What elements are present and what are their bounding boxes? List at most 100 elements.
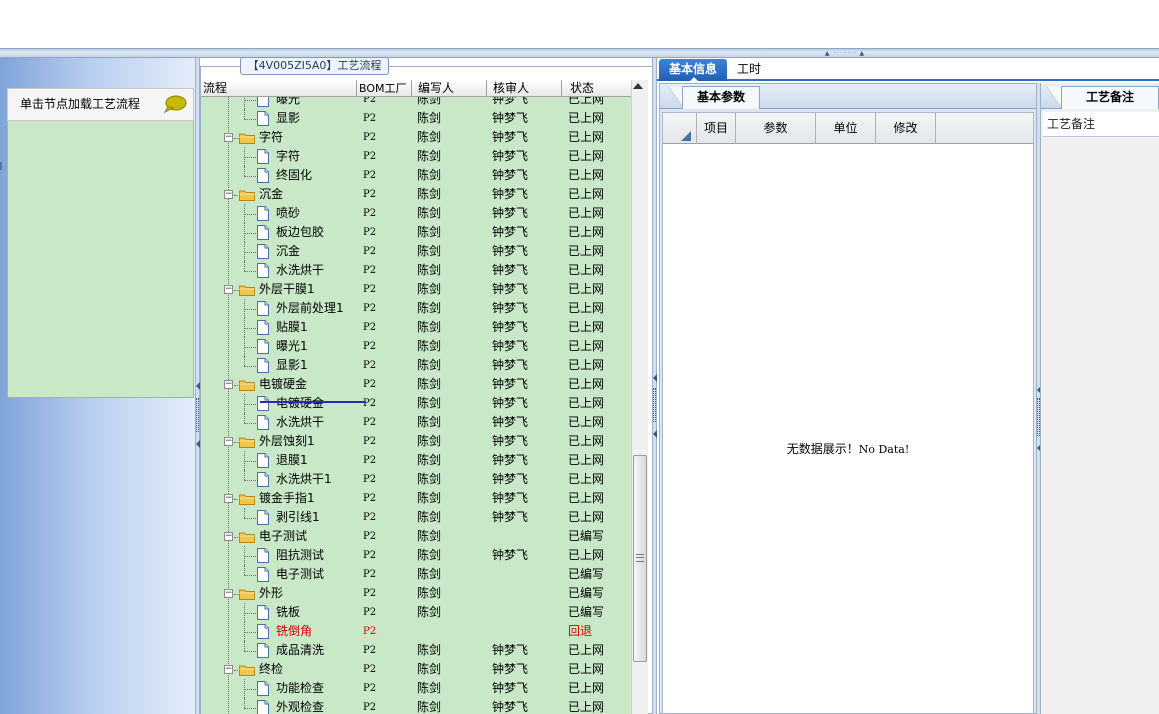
table-row[interactable]: 成品清洗 P2 陈剑 钟梦飞 已上网	[201, 641, 631, 660]
table-row[interactable]: 外观检查 P2 陈剑 钟梦飞 已上网	[201, 698, 631, 714]
row-name: 电镀硬金	[259, 377, 308, 391]
table-row[interactable]: 功能检查 P2 陈剑 钟梦飞 已上网	[201, 679, 631, 698]
select-all-corner-icon[interactable]	[681, 131, 691, 141]
tree-branch-line	[244, 480, 256, 481]
table-row[interactable]: 退膜1 P2 陈剑 钟梦飞 已上网	[201, 451, 631, 470]
col-header-param[interactable]: 参数	[736, 113, 816, 144]
params-row-selector-header[interactable]	[663, 113, 697, 144]
row-status: 已编写	[568, 567, 605, 581]
tree-branch-line	[244, 689, 256, 690]
row-name: 铣板	[276, 605, 301, 619]
collapse-toggle-icon[interactable]: −	[224, 380, 233, 389]
left-panel-tree-area[interactable]	[7, 121, 194, 398]
row-reviewer: 钟梦飞	[492, 453, 529, 467]
collapse-middle-arrow-icon[interactable]	[653, 374, 657, 382]
collapse-toggle-icon[interactable]: −	[224, 190, 233, 199]
row-bom: P2	[363, 132, 377, 143]
col-header-reviewer[interactable]: 核审人	[487, 80, 562, 97]
tree-branch-line	[244, 100, 256, 101]
collapse-toggle-icon[interactable]: −	[224, 437, 233, 446]
table-row[interactable]: 电镀硬金 P2 陈剑 钟梦飞 已上网	[201, 394, 631, 413]
table-row[interactable]: 终固化 P2 陈剑 钟梦飞 已上网	[201, 166, 631, 185]
tree-child-line	[244, 109, 245, 119]
tree-branch-line	[244, 214, 256, 215]
collapse-toggle-icon[interactable]: −	[224, 133, 233, 142]
subtab-basic-params[interactable]: 基本参数	[682, 86, 760, 109]
table-row[interactable]: − 沉金 P2 陈剑 钟梦飞 已上网	[201, 185, 631, 204]
table-row[interactable]: − 外层干膜1 P2 陈剑 钟梦飞 已上网	[201, 280, 631, 299]
params-grid[interactable]	[662, 112, 1034, 714]
process-tree-grid[interactable]: 曝光 P2 陈剑 钟梦飞 已上网 显影 P2 陈剑 钟梦飞 已上网 − 字符 P2 陈剑 钟梦飞 已上网 字符 P…	[201, 97, 631, 714]
table-row[interactable]: 沉金 P2 陈剑 钟梦飞 已上网	[201, 242, 631, 261]
row-author: 陈剑	[417, 415, 442, 429]
col-header-process[interactable]: 流程	[201, 80, 357, 97]
document-icon	[257, 415, 269, 430]
tree-child-line	[244, 356, 245, 366]
top-splitter-bar[interactable]	[0, 48, 1159, 58]
row-name: 外层前处理1	[276, 301, 344, 315]
middle-splitter-grip-icon[interactable]	[653, 388, 656, 422]
table-row[interactable]: − 外形 P2 陈剑 已编写	[201, 584, 631, 603]
row-name: 字符	[259, 130, 284, 144]
table-row[interactable]: 显影1 P2 陈剑 钟梦飞 已上网	[201, 356, 631, 375]
left-splitter-grip-icon[interactable]	[196, 398, 199, 432]
col-header-modify[interactable]: 修改	[876, 113, 936, 144]
scroll-up-arrow-icon[interactable]	[633, 83, 643, 89]
collapse-toggle-icon[interactable]: −	[224, 589, 233, 598]
collapse-toggle-icon[interactable]: −	[224, 494, 233, 503]
table-row[interactable]: 剥引线1 P2 陈剑 钟梦飞 已上网	[201, 508, 631, 527]
table-row[interactable]: 板边包胶 P2 陈剑 钟梦飞 已上网	[201, 223, 631, 242]
tab-process-notes[interactable]: 工艺备注	[1061, 86, 1159, 109]
col-header-status[interactable]: 状态	[562, 80, 631, 97]
table-row[interactable]: 贴膜1 P2 陈剑 钟梦飞 已上网	[201, 318, 631, 337]
middle-splitter[interactable]	[652, 58, 657, 714]
col-header-unit[interactable]: 单位	[816, 113, 876, 144]
row-bom: P2	[363, 569, 377, 580]
table-row[interactable]: 水洗烘干 P2 陈剑 钟梦飞 已上网	[201, 413, 631, 432]
row-bom: P2	[363, 550, 377, 561]
row-status: 已上网	[568, 358, 605, 372]
collapse-toggle-icon[interactable]: −	[224, 532, 233, 541]
table-row[interactable]: − 电镀硬金 P2 陈剑 钟梦飞 已上网	[201, 375, 631, 394]
table-row[interactable]: 铣板 P2 陈剑 已编写	[201, 603, 631, 622]
row-author: 陈剑	[417, 301, 442, 315]
table-row[interactable]: 曝光 P2 陈剑 钟梦飞 已上网	[201, 97, 631, 109]
row-author: 陈剑	[417, 263, 442, 277]
document-icon	[257, 605, 269, 620]
table-row[interactable]: − 镀金手指1 P2 陈剑 钟梦飞 已上网	[201, 489, 631, 508]
row-author: 陈剑	[417, 567, 442, 581]
col-header-item[interactable]: 项目	[697, 113, 736, 144]
table-row[interactable]: 外层前处理1 P2 陈剑 钟梦飞 已上网	[201, 299, 631, 318]
col-header-author[interactable]: 编写人	[412, 80, 487, 97]
table-row[interactable]: 电子测试 P2 陈剑 已编写	[201, 565, 631, 584]
row-author: 陈剑	[417, 643, 442, 657]
table-row[interactable]: 喷砂 P2 陈剑 钟梦飞 已上网	[201, 204, 631, 223]
table-row[interactable]: 水洗烘干 P2 陈剑 钟梦飞 已上网	[201, 261, 631, 280]
table-row[interactable]: − 终检 P2 陈剑 钟梦飞 已上网	[201, 660, 631, 679]
row-status: 已上网	[568, 244, 605, 258]
table-row[interactable]: − 外层蚀刻1 P2 陈剑 钟梦飞 已上网	[201, 432, 631, 451]
col-header-bom[interactable]: BOM工厂	[357, 80, 412, 97]
table-row[interactable]: 显影 P2 陈剑 钟梦飞 已上网	[201, 109, 631, 128]
document-icon	[257, 149, 269, 164]
row-bom: P2	[363, 417, 377, 428]
tab-work-hours[interactable]: 工时	[731, 59, 767, 81]
table-row[interactable]: 水洗烘干1 P2 陈剑 钟梦飞 已上网	[201, 470, 631, 489]
collapse-toggle-icon[interactable]: −	[224, 665, 233, 674]
document-icon	[257, 301, 269, 316]
table-row[interactable]: 阻抗测试 P2 陈剑 钟梦飞 已上网	[201, 546, 631, 565]
collapse-toggle-icon[interactable]: −	[224, 285, 233, 294]
folder-icon	[239, 494, 255, 505]
table-row[interactable]: − 字符 P2 陈剑 钟梦飞 已上网	[201, 128, 631, 147]
table-row[interactable]: 铣倒角 P2 回退	[201, 622, 631, 641]
table-row[interactable]: 曝光1 P2 陈剑 钟梦飞 已上网	[201, 337, 631, 356]
row-author: 陈剑	[417, 377, 442, 391]
left-edge-marker	[0, 162, 2, 170]
top-splitter-grip-icon[interactable]: ▲ ········ ▲	[812, 51, 878, 57]
tree-branch-line	[244, 328, 256, 329]
collapse-middle-arrow-icon-2[interactable]	[653, 430, 657, 438]
row-bom: P2	[363, 360, 377, 371]
table-row[interactable]: − 电子测试 P2 陈剑 已编写	[201, 527, 631, 546]
row-author: 陈剑	[417, 244, 442, 258]
table-row[interactable]: 字符 P2 陈剑 钟梦飞 已上网	[201, 147, 631, 166]
